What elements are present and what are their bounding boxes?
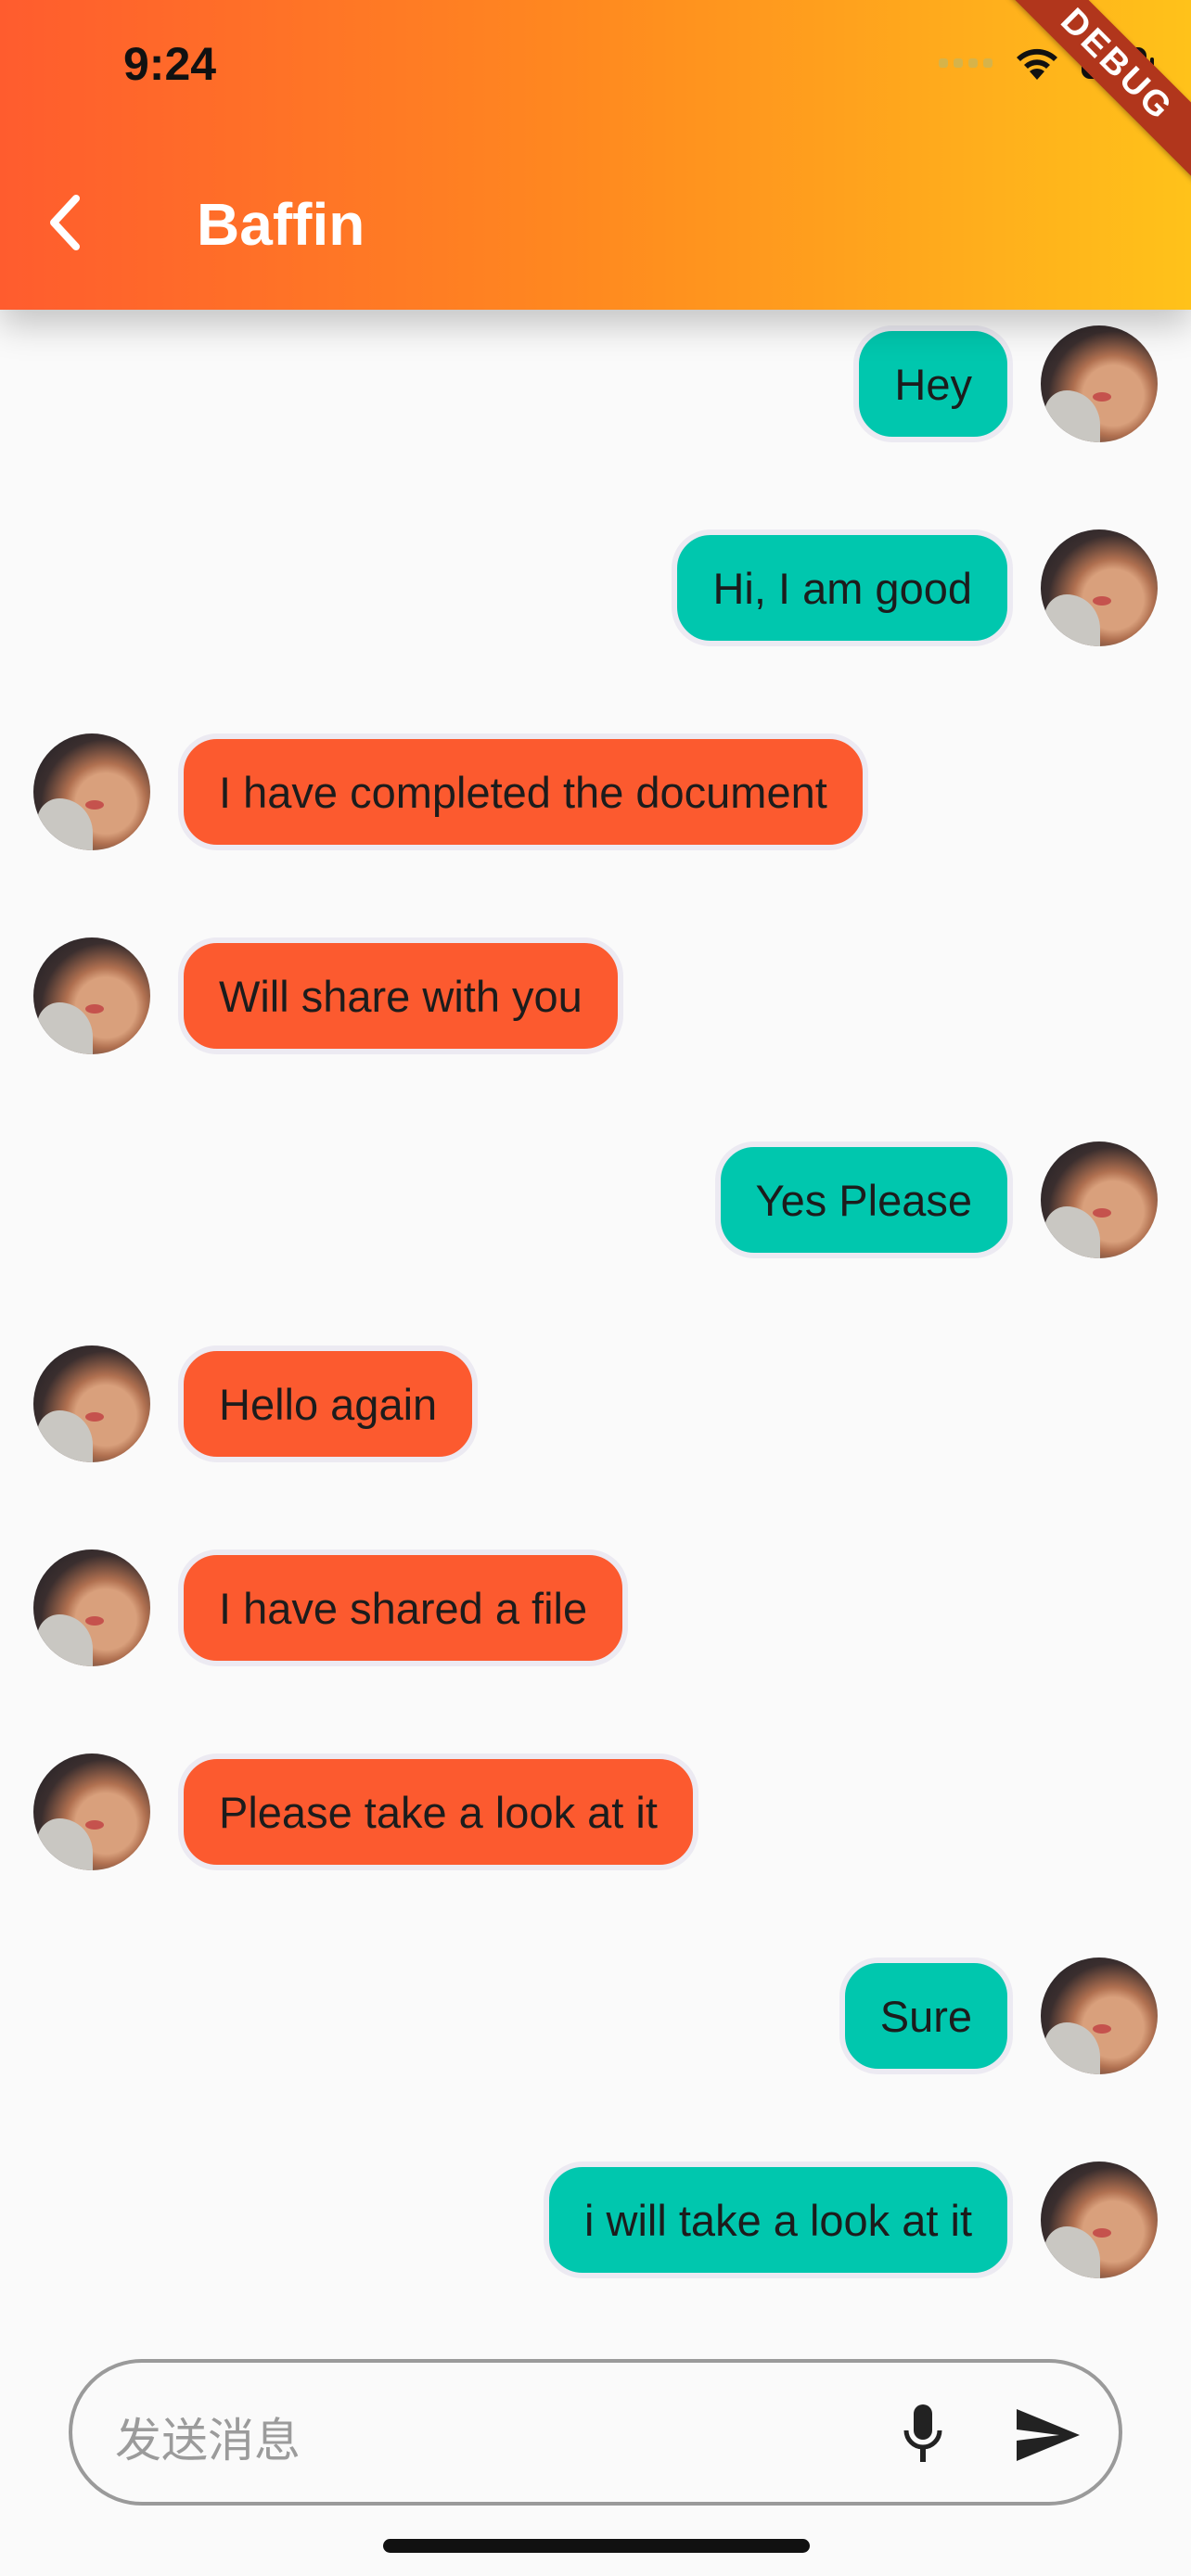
debug-label: DEBUG	[1000, 0, 1191, 182]
message-bubble[interactable]: Please take a look at it	[178, 1753, 698, 1870]
avatar[interactable]	[33, 1549, 150, 1666]
message-bubble[interactable]: i will take a look at it	[544, 2162, 1013, 2278]
avatar[interactable]	[1041, 1958, 1158, 2074]
message-row: Hi, I am good	[672, 523, 1158, 653]
avatar[interactable]	[1041, 1141, 1158, 1258]
message-bubble[interactable]: Hi, I am good	[672, 529, 1013, 646]
chat-title: Baffin	[197, 191, 365, 258]
message-row: I have shared a file	[33, 1543, 629, 1673]
avatar[interactable]	[1041, 325, 1158, 442]
avatar[interactable]	[33, 733, 150, 850]
message-bubble[interactable]: I have shared a file	[178, 1549, 629, 1666]
home-indicator[interactable]	[383, 2539, 810, 2553]
avatar[interactable]	[33, 937, 150, 1054]
microphone-button[interactable]	[889, 2398, 957, 2472]
send-icon	[1017, 2409, 1080, 2461]
microphone-icon	[903, 2404, 942, 2462]
message-input-bar[interactable]: 发送消息	[69, 2359, 1122, 2506]
message-row: Sure	[839, 1951, 1158, 2081]
message-bubble[interactable]: Will share with you	[178, 937, 623, 1054]
message-bubble[interactable]: Sure	[839, 1958, 1013, 2074]
message-bubble[interactable]: Hello again	[178, 1345, 479, 1462]
message-bubble[interactable]: I have completed the document	[178, 733, 868, 850]
avatar[interactable]	[33, 1345, 150, 1462]
message-row: Will share with you	[33, 931, 623, 1061]
send-button[interactable]	[1009, 2398, 1087, 2472]
message-row: Hey	[853, 319, 1158, 449]
avatar[interactable]	[33, 1753, 150, 1870]
message-bubble[interactable]: Hey	[853, 325, 1013, 442]
message-row: Yes Please	[714, 1135, 1158, 1265]
avatar[interactable]	[1041, 2162, 1158, 2278]
chevron-left-icon	[50, 195, 80, 250]
message-bubble[interactable]: Yes Please	[714, 1141, 1013, 1258]
status-time: 9:24	[123, 38, 217, 90]
back-button[interactable]	[37, 185, 93, 260]
debug-banner: DEBUG	[978, 0, 1191, 213]
message-row: Hello again	[33, 1339, 479, 1469]
message-row: I have completed the document	[33, 727, 868, 857]
message-input[interactable]: 发送消息	[115, 2404, 301, 2470]
avatar[interactable]	[1041, 529, 1158, 646]
message-row: Please take a look at it	[33, 1747, 698, 1877]
message-row: i will take a look at it	[544, 2155, 1158, 2285]
